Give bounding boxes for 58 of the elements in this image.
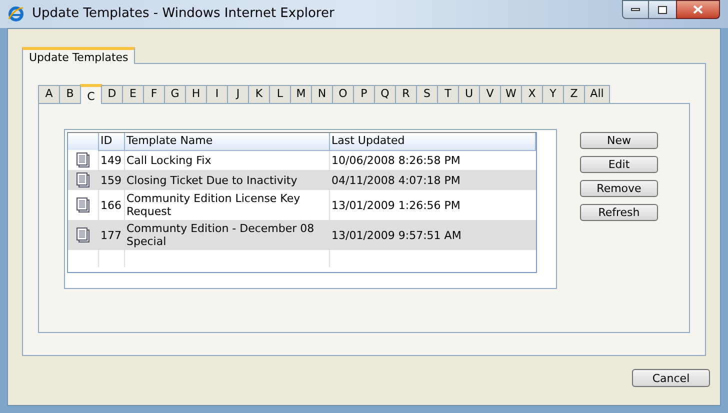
- table-cell: Community Edition License Key Request: [124, 190, 329, 220]
- table-cell: 159: [98, 170, 124, 190]
- action-button[interactable]: Refresh: [580, 204, 658, 221]
- letter-tab[interactable]: Z: [563, 85, 585, 103]
- letter-tab[interactable]: D: [101, 85, 123, 103]
- table-cell: Call Locking Fix: [124, 150, 329, 170]
- letter-tab[interactable]: F: [143, 85, 165, 103]
- action-button[interactable]: New: [580, 132, 658, 149]
- maximize-button[interactable]: [649, 0, 676, 19]
- letter-tab[interactable]: P: [353, 85, 375, 103]
- table-cell: 177: [98, 220, 124, 250]
- action-button[interactable]: Edit: [580, 156, 658, 173]
- letter-tab[interactable]: R: [395, 85, 417, 103]
- page-tab[interactable]: Update Templates: [22, 47, 136, 64]
- letter-tab[interactable]: M: [290, 85, 312, 103]
- letter-tab[interactable]: C: [80, 84, 102, 104]
- minimize-button[interactable]: [622, 0, 649, 19]
- letter-tab[interactable]: L: [269, 85, 291, 103]
- browser-logo-icon: [8, 6, 24, 22]
- table-cell: Closing Ticket Due to Inactivity: [124, 170, 329, 190]
- letter-tab[interactable]: All: [584, 85, 610, 103]
- table-cell: 13/01/2009 9:57:51 AM: [329, 220, 536, 250]
- letter-tab[interactable]: O: [332, 85, 354, 103]
- column-header[interactable]: Template Name: [124, 133, 329, 150]
- cancel-button[interactable]: Cancel: [632, 369, 710, 387]
- close-icon: [693, 5, 703, 14]
- letter-tab[interactable]: Q: [374, 85, 396, 103]
- letter-tab[interactable]: S: [416, 85, 438, 103]
- window-title: Update Templates - Windows Internet Explorer: [32, 5, 334, 24]
- letter-tab[interactable]: X: [521, 85, 543, 103]
- letter-tab[interactable]: K: [248, 85, 270, 103]
- document-icon: [76, 227, 90, 243]
- letter-tab[interactable]: E: [122, 85, 144, 103]
- maximize-icon: [658, 6, 667, 14]
- letter-tab[interactable]: V: [479, 85, 501, 103]
- letter-tab[interactable]: J: [227, 85, 249, 103]
- letter-tab[interactable]: T: [437, 85, 459, 103]
- letter-tab[interactable]: H: [185, 85, 207, 103]
- letter-tab[interactable]: B: [59, 85, 81, 103]
- letter-tab[interactable]: Y: [542, 85, 564, 103]
- table-cell: 149: [98, 150, 124, 170]
- document-icon: [76, 197, 90, 213]
- letter-tab[interactable]: A: [38, 85, 60, 103]
- letter-tab[interactable]: I: [206, 85, 228, 103]
- letter-tab[interactable]: G: [164, 85, 186, 103]
- letter-tab[interactable]: U: [458, 85, 480, 103]
- letter-tab[interactable]: N: [311, 85, 333, 103]
- table-cell: 13/01/2009 1:26:56 PM: [329, 190, 536, 220]
- column-header[interactable]: ID: [98, 133, 124, 150]
- action-button[interactable]: Remove: [580, 180, 658, 197]
- minimize-icon: [631, 8, 640, 11]
- letter-tab[interactable]: W: [500, 85, 522, 103]
- table-cell: 04/11/2008 4:07:18 PM: [329, 170, 536, 190]
- table-cell: 166: [98, 190, 124, 220]
- column-header[interactable]: Last Updated: [329, 133, 536, 150]
- close-button[interactable]: [676, 0, 720, 19]
- table-cell: 10/06/2008 8:26:58 PM: [329, 150, 536, 170]
- table-cell: Communty Edition - December 08 Special: [124, 220, 329, 250]
